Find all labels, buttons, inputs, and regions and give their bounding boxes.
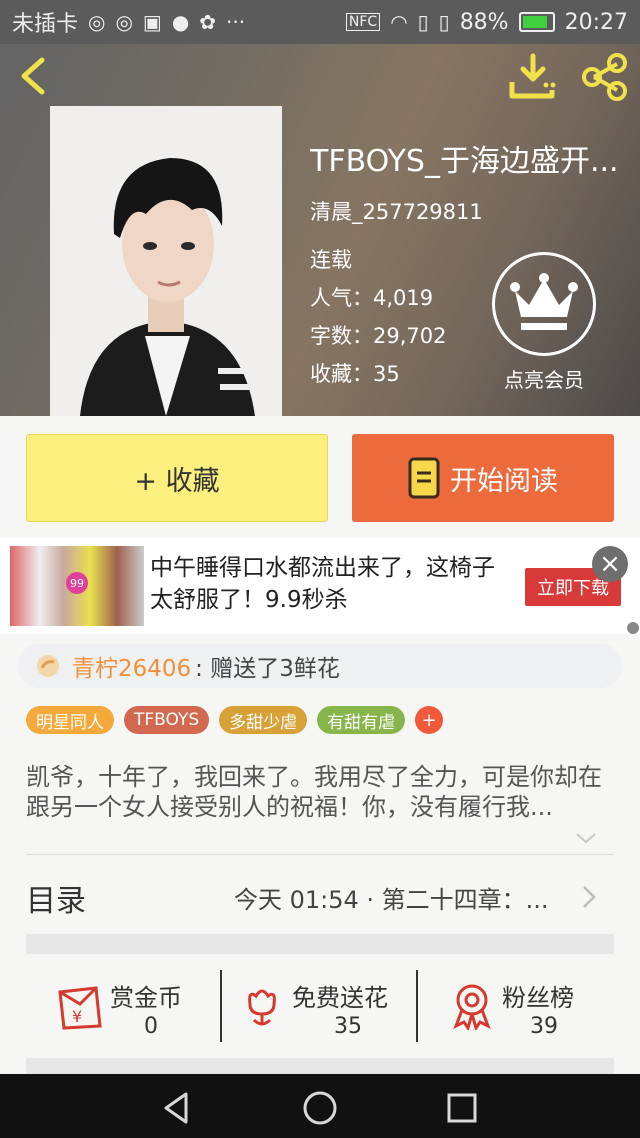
nav-back-icon[interactable] — [158, 1088, 198, 1128]
book-header: TFBOYS_于海边盛开... 清晨_257729811 连载 人气：4,019… — [0, 44, 640, 416]
fan-ranking-value: 39 — [530, 1014, 558, 1039]
carrier-text: 未插卡 — [12, 12, 79, 37]
word-count-label: 字数： — [310, 324, 373, 348]
chevron-down-icon[interactable] — [574, 826, 598, 850]
ad-image: 99 — [10, 546, 144, 626]
popularity-stat: 人气：4,019 — [310, 282, 433, 312]
free-flowers-value: 35 — [334, 1014, 362, 1039]
nav-home-icon[interactable] — [300, 1088, 340, 1128]
add-to-collection-button[interactable]: + 收藏 — [26, 434, 328, 522]
wifi-icon: ◠ — [390, 10, 408, 34]
app-icon: ● — [171, 10, 190, 34]
reward-coins-item[interactable]: ¥ 赏金币 0 — [26, 954, 222, 1058]
sim-icon-2: ▯ — [438, 10, 450, 34]
tag-3[interactable]: 有甜有虐 — [317, 706, 406, 734]
book-cover[interactable] — [50, 106, 282, 416]
system-nav-bar — [0, 1074, 640, 1138]
nfc-icon: NFC — [345, 13, 381, 31]
battery-percent: 88% — [459, 9, 509, 35]
latest-chapter[interactable]: 今天 01:54 · 第二十四章：... — [234, 880, 564, 915]
download-icon[interactable] — [508, 52, 558, 102]
serial-status: 连载 — [310, 248, 352, 272]
status-bar: 未插卡 ◎ ◎ ▣ ● ✿ ··· NFC ◠ ▯ ▯ 88% 20:27 — [0, 0, 640, 44]
catalog-title[interactable]: 目录 — [26, 876, 86, 920]
battery-level — [522, 16, 548, 28]
word-count-value: 29,702 — [373, 324, 447, 348]
fan-ranking-label: 粉丝榜 — [502, 984, 574, 1012]
red-envelope-icon: ¥ — [58, 986, 102, 1030]
section-separator-bottom — [26, 1058, 614, 1074]
free-flowers-item[interactable]: 免费送花 35 — [222, 954, 418, 1058]
tag-1[interactable]: TFBOYS — [124, 706, 210, 734]
book-summary[interactable]: 凯爷，十年了，我回来了。我用尽了全力，可是你却在跟另一个女人接受别人的祝福！你，… — [26, 762, 614, 822]
gift-message: : 赠送了3鲜花 — [195, 656, 340, 682]
back-icon[interactable] — [14, 54, 58, 98]
tag-0[interactable]: 明星同人 — [26, 706, 114, 734]
paw-icon: ✿ — [199, 10, 217, 34]
reader-actions-row: ¥ 赏金币 0 免费送花 35 粉丝榜 39 — [26, 954, 614, 1058]
reward-coins-label: 赏金币 — [110, 984, 182, 1012]
crown-icon — [510, 273, 578, 330]
favorites-value: 35 — [373, 362, 400, 386]
battery-icon — [518, 12, 555, 32]
svg-text:¥: ¥ — [72, 1007, 82, 1026]
ad-banner[interactable]: 99 中午睡得口水都流出来了，这椅子太舒服了！9.9秒杀 立即下载 × — [0, 538, 640, 634]
clock: 20:27 — [564, 9, 628, 35]
add-tag-button[interactable]: + — [415, 706, 444, 734]
vip-label: 点亮会员 — [504, 368, 584, 392]
weibo-icon: ◎ — [88, 10, 106, 34]
ad-text: 中午睡得口水都流出来了，这椅子太舒服了！9.9秒杀 — [150, 555, 495, 613]
gift-user[interactable]: 青柠26406 — [72, 649, 191, 683]
nav-recents-icon[interactable] — [442, 1088, 482, 1128]
chevron-right-icon[interactable] — [578, 884, 600, 910]
section-separator — [26, 934, 614, 954]
favorites-label: 收藏： — [310, 362, 373, 386]
divider — [26, 854, 614, 855]
favorites-stat: 收藏：35 — [310, 358, 400, 388]
ad-info-icon[interactable] — [627, 622, 639, 634]
more-notifications-icon: ··· — [226, 10, 246, 34]
fan-ranking-item[interactable]: 粉丝榜 39 — [418, 954, 614, 1058]
sim-icon: ▯ — [417, 10, 429, 34]
award-ribbon-icon — [453, 984, 491, 1030]
start-reading-button[interactable]: 开始阅读 — [352, 434, 614, 522]
vip-button[interactable] — [492, 252, 596, 356]
tag-2[interactable]: 多甜少虐 — [219, 706, 308, 734]
book-icon — [408, 457, 440, 499]
ad-close-icon[interactable]: × — [592, 546, 628, 582]
gift-hand-icon — [37, 655, 59, 677]
popularity-label: 人气： — [310, 286, 373, 310]
gift-notice: 青柠26406 : 赠送了3鲜花 — [18, 644, 622, 688]
book-title: TFBOYS_于海边盛开... — [310, 144, 619, 179]
flower-icon — [248, 989, 276, 1026]
author-name[interactable]: 清晨_257729811 — [310, 196, 483, 226]
weibo-icon-2: ◎ — [115, 10, 133, 34]
action-bar: + 收藏 开始阅读 — [0, 416, 640, 538]
word-count-stat: 字数：29,702 — [310, 320, 446, 350]
share-icon[interactable] — [580, 52, 630, 102]
popularity-value: 4,019 — [373, 286, 434, 310]
start-reading-label: 开始阅读 — [450, 465, 558, 497]
reward-coins-value: 0 — [144, 1014, 158, 1039]
ad-price-badge: 99 — [66, 572, 88, 594]
cover-portrait-image — [50, 106, 282, 416]
gallery-icon: ▣ — [142, 10, 162, 34]
free-flowers-label: 免费送花 — [292, 984, 388, 1012]
tag-list: 明星同人 TFBOYS 多甜少虐 有甜有虐 + — [26, 706, 444, 734]
